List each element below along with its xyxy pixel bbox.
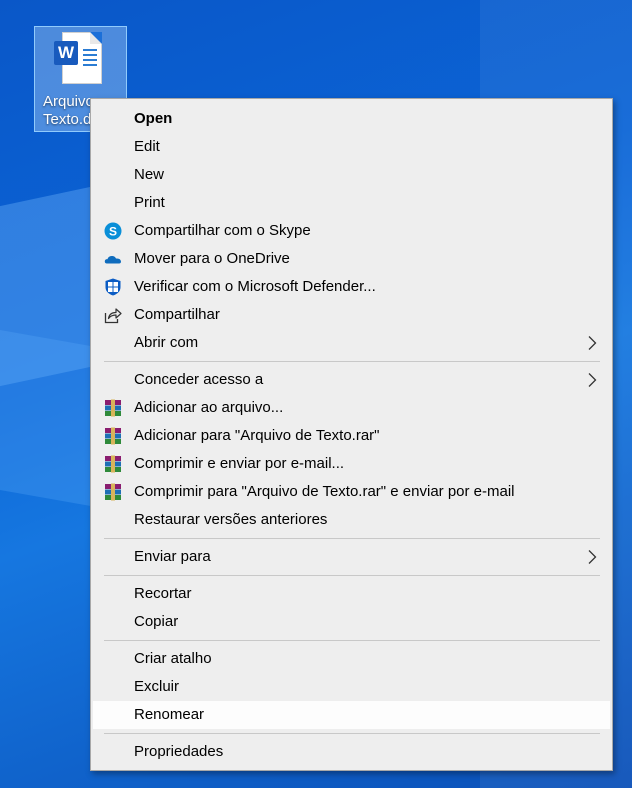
- menu-item-label: Criar atalho: [134, 650, 212, 667]
- menu-item-print[interactable]: Print: [93, 189, 610, 217]
- menu-item-open-with[interactable]: Abrir com: [93, 329, 610, 357]
- menu-item-open[interactable]: Open: [93, 105, 610, 133]
- menu-item-label: Restaurar versões anteriores: [134, 511, 328, 528]
- menu-item-label: Adicionar para "Arquivo de Texto.rar": [134, 427, 380, 444]
- menu-item-add-to-archive[interactable]: Adicionar ao arquivo...: [93, 394, 610, 422]
- menu-item-label: Renomear: [134, 706, 205, 723]
- menu-item-cut[interactable]: Recortar: [93, 580, 610, 608]
- share-icon: [104, 308, 122, 324]
- menu-item-label: Mover para o OneDrive: [134, 250, 290, 267]
- menu-item-label: Comprimir e enviar por e-mail...: [134, 455, 345, 472]
- menu-item-add-to-rar[interactable]: Adicionar para "Arquivo de Texto.rar": [93, 422, 610, 450]
- menu-item-create-shortcut[interactable]: Criar atalho: [93, 645, 610, 673]
- skype-icon: S: [104, 222, 122, 240]
- menu-item-restore-versions[interactable]: Restaurar versões anteriores: [93, 506, 610, 534]
- menu-item-edit[interactable]: Edit: [93, 133, 610, 161]
- menu-separator: [104, 361, 600, 362]
- menu-item-label: Copiar: [134, 613, 179, 630]
- onedrive-icon: [104, 255, 121, 264]
- menu-item-copy[interactable]: Copiar: [93, 608, 610, 636]
- menu-item-rename[interactable]: Renomear: [93, 701, 610, 729]
- menu-item-label: Edit: [134, 138, 160, 155]
- svg-text:S: S: [109, 225, 117, 239]
- menu-item-properties[interactable]: Propriedades: [93, 738, 610, 766]
- menu-item-label: Print: [134, 194, 165, 211]
- menu-separator: [104, 640, 600, 641]
- menu-separator: [104, 733, 600, 734]
- menu-item-label: Excluir: [134, 678, 180, 695]
- menu-item-label: Enviar para: [134, 548, 211, 565]
- menu-item-share-skype[interactable]: S Compartilhar com o Skype: [93, 217, 610, 245]
- menu-item-give-access[interactable]: Conceder acesso a: [93, 366, 610, 394]
- menu-item-label: Recortar: [134, 585, 192, 602]
- menu-item-label: Verificar com o Microsoft Defender...: [134, 278, 376, 295]
- menu-item-compress-email[interactable]: Comprimir e enviar por e-mail...: [93, 450, 610, 478]
- menu-item-label: Compartilhar: [134, 306, 220, 323]
- context-menu: Open Edit New Print S Compartilhar com o…: [90, 98, 613, 771]
- menu-item-label: Comprimir para "Arquivo de Texto.rar" e …: [134, 483, 515, 500]
- menu-item-compress-rar-email[interactable]: Comprimir para "Arquivo de Texto.rar" e …: [93, 478, 610, 506]
- chevron-right-icon: [588, 373, 597, 387]
- chevron-right-icon: [588, 550, 597, 564]
- menu-item-label: Open: [134, 110, 173, 127]
- menu-item-label: New: [134, 166, 165, 183]
- winrar-icon: [105, 427, 121, 445]
- menu-item-scan-defender[interactable]: Verificar com o Microsoft Defender...: [93, 273, 610, 301]
- winrar-icon: [105, 399, 121, 417]
- winrar-icon: [105, 455, 121, 473]
- menu-item-label: Propriedades: [134, 743, 224, 760]
- menu-separator: [104, 575, 600, 576]
- winrar-icon: [105, 483, 121, 501]
- menu-item-label: Abrir com: [134, 334, 199, 351]
- menu-item-label: Adicionar ao arquivo...: [134, 399, 284, 416]
- menu-item-label: Conceder acesso a: [134, 371, 264, 388]
- chevron-right-icon: [588, 336, 597, 350]
- menu-item-label: Compartilhar com o Skype: [134, 222, 311, 239]
- menu-item-delete[interactable]: Excluir: [93, 673, 610, 701]
- menu-item-send-to[interactable]: Enviar para: [93, 543, 610, 571]
- menu-item-new[interactable]: New: [93, 161, 610, 189]
- defender-icon: [105, 278, 121, 296]
- menu-item-move-onedrive[interactable]: Mover para o OneDrive: [93, 245, 610, 273]
- menu-item-share[interactable]: Compartilhar: [93, 301, 610, 329]
- word-badge-icon: W: [54, 41, 78, 65]
- menu-separator: [104, 538, 600, 539]
